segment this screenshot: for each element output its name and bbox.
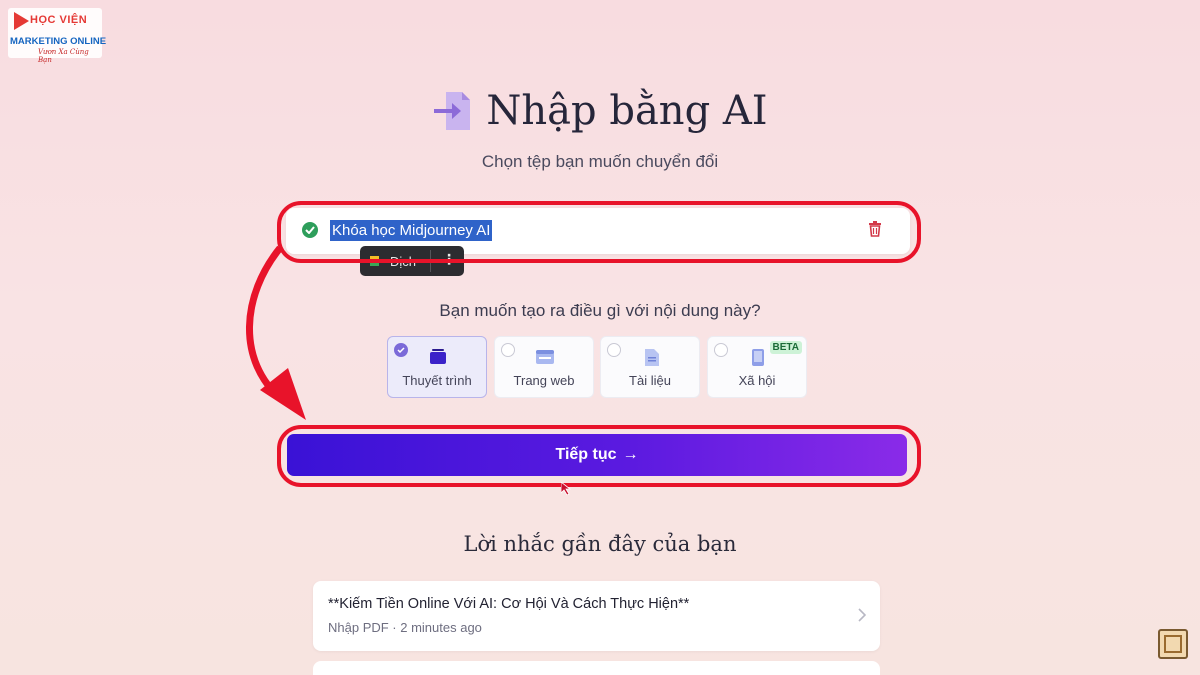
recent-prompts-title: Lời nhắc gần đây của bạn — [463, 532, 737, 556]
continue-label: Tiếp tục — [555, 446, 617, 463]
option-webpage[interactable]: Trang web — [494, 336, 594, 398]
option-presentation[interactable]: Thuyết trình — [387, 336, 487, 398]
annotation-arrow — [246, 245, 306, 420]
mouse-cursor-icon — [560, 481, 572, 500]
translate-label[interactable]: Dịch — [390, 254, 416, 269]
translate-icon — [370, 256, 379, 266]
option-social[interactable]: BETA Xã hội — [707, 336, 807, 398]
recent-prompt-meta: Nhập PDF · 2 minutes ago — [328, 620, 482, 635]
more-options-icon[interactable]: ⋮ — [442, 251, 456, 268]
continue-button[interactable]: Tiếp tục → — [287, 434, 907, 476]
document-icon — [645, 349, 659, 371]
logo-tagline: Vươn Xa Cùng Bạn — [38, 48, 89, 64]
option-label: Tài liệu — [629, 373, 671, 388]
radio-selected[interactable] — [394, 343, 408, 357]
webpage-icon — [536, 349, 554, 370]
output-question: Bạn muốn tạo ra điều gì với nội dung này… — [439, 301, 761, 320]
recent-prompt-title: **Kiếm Tiền Online Với AI: Cơ Hội Và Các… — [328, 596, 690, 612]
brand-logo: HỌC VIỆN MARKETING ONLINE Vươn Xa Cùng B… — [8, 8, 106, 64]
recent-prompt-item[interactable]: **Kiếm Tiền Online Với AI: Cơ Hội Và Các… — [313, 581, 880, 651]
presentation-icon — [429, 349, 447, 370]
option-document[interactable]: Tài liệu — [600, 336, 700, 398]
option-label: Trang web — [513, 373, 575, 388]
radio-unselected[interactable] — [714, 343, 728, 357]
logo-line-2: MARKETING ONLINE — [10, 36, 107, 47]
phone-icon — [752, 349, 764, 371]
file-name[interactable]: Khóa học Midjourney AI — [330, 220, 493, 241]
film-frame — [1164, 635, 1182, 653]
chevron-right-icon — [858, 608, 867, 627]
beta-badge: BETA — [769, 341, 802, 354]
film-icon[interactable] — [1158, 629, 1188, 659]
option-label: Xã hội — [738, 373, 776, 388]
option-label: Thuyết trình — [402, 373, 472, 388]
page-subtitle: Chọn tệp bạn muốn chuyển đổi — [481, 152, 719, 171]
translate-popup[interactable]: Dịch ⋮ — [360, 246, 464, 276]
page-title: Nhập bằng AI — [486, 88, 768, 134]
play-icon — [14, 12, 29, 30]
check-circle-icon — [302, 222, 318, 238]
logo-line-1: HỌC VIỆN — [30, 14, 88, 26]
trash-icon[interactable] — [868, 221, 882, 242]
radio-unselected[interactable] — [607, 343, 621, 357]
document-import-icon — [432, 88, 478, 134]
radio-unselected[interactable] — [501, 343, 515, 357]
popup-divider — [430, 250, 431, 272]
recent-prompt-item[interactable] — [313, 661, 880, 675]
page-header: Nhập bằng AI — [0, 88, 1200, 134]
arrow-right-icon: → — [622, 446, 639, 463]
